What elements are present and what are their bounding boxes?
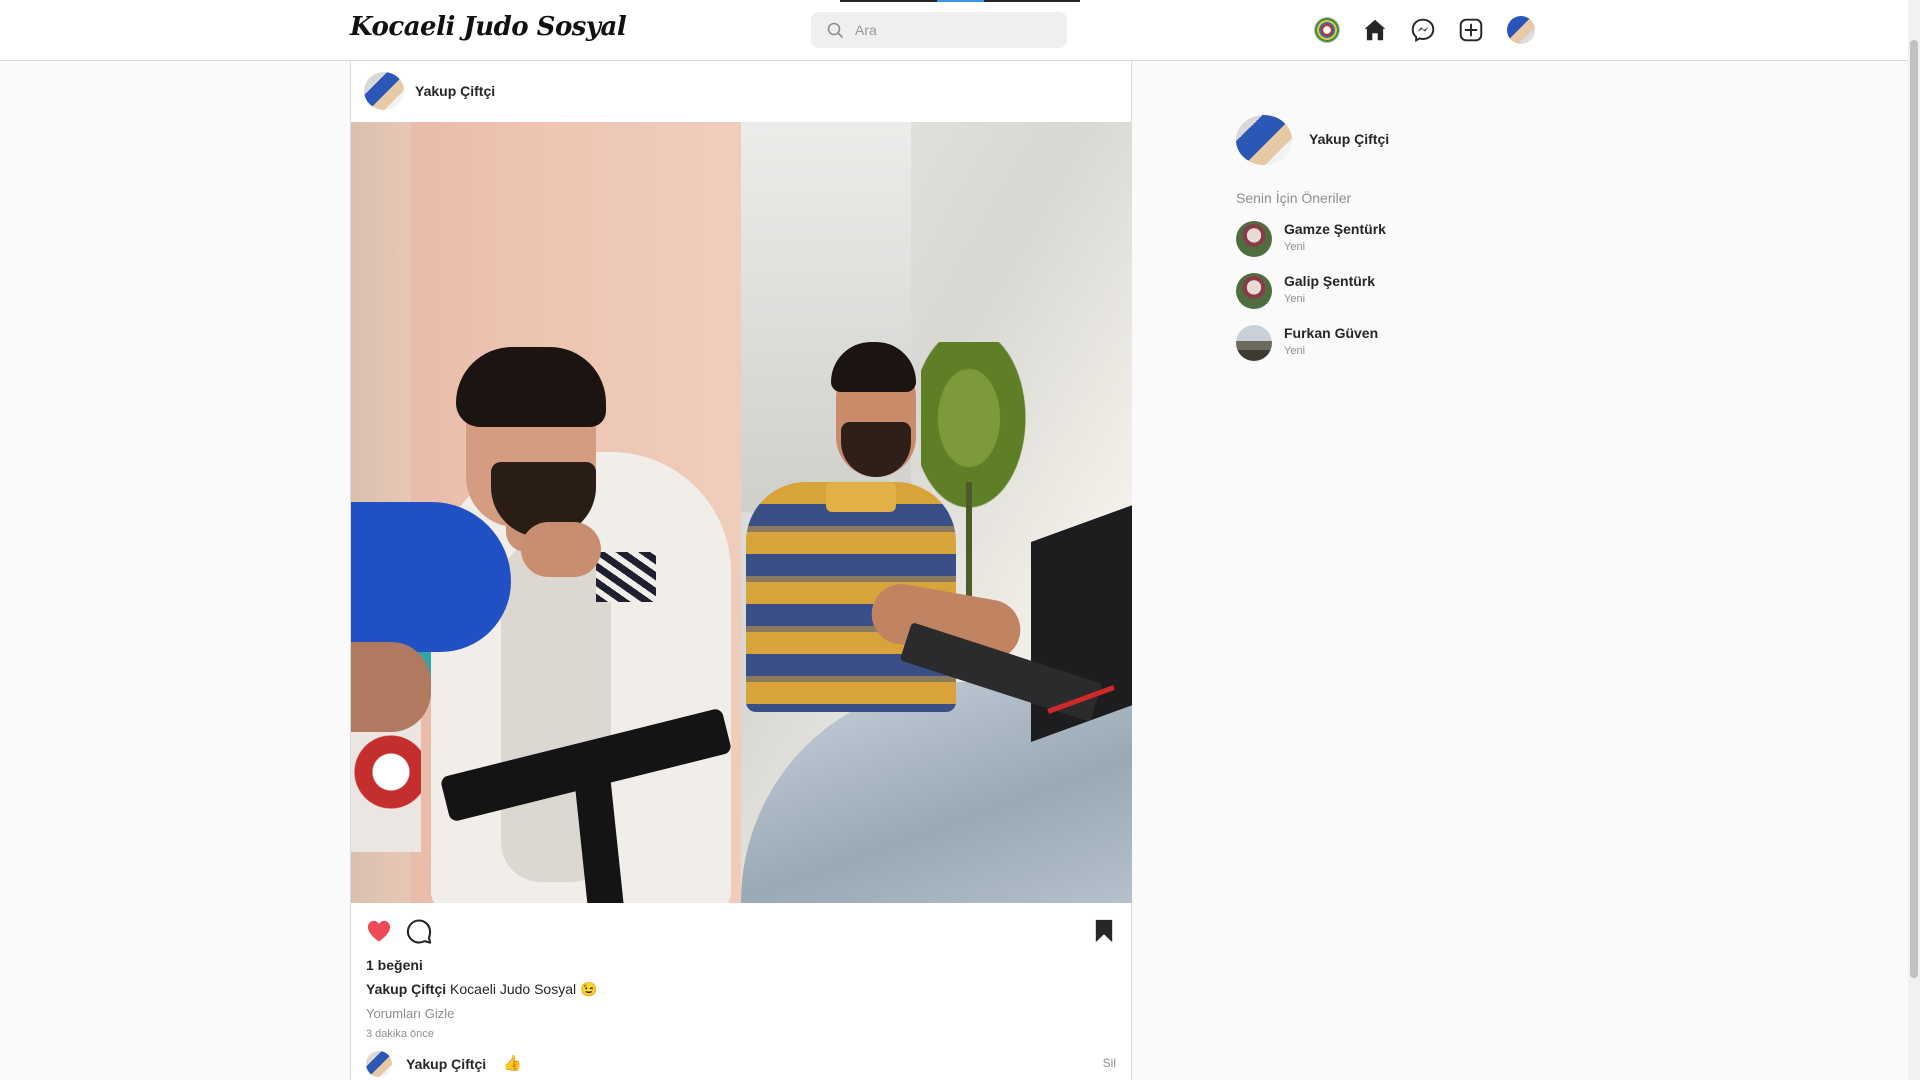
caption-emoji: 😉: [580, 981, 598, 997]
post-caption: Yakup Çiftçi Kocaeli Judo Sosyal 😉: [366, 981, 597, 998]
suggestion-name: Gamze Şentürk: [1284, 221, 1386, 237]
post-card: Yakup Çiftçi 1 beğeni Yakup Çiftçi Kocae…: [350, 61, 1132, 1080]
photo-forearm: [351, 642, 431, 732]
suggestion-subtitle: Yeni: [1284, 241, 1306, 253]
messenger-icon[interactable]: [1409, 16, 1437, 44]
photo-blue-arm: [351, 502, 511, 652]
comment-icon: [406, 919, 432, 944]
profile-avatar-button[interactable]: [1507, 16, 1535, 44]
suggestion-avatar: [1236, 221, 1272, 257]
photo-hand: [521, 522, 601, 577]
photo-collar: [826, 482, 896, 512]
home-icon[interactable]: [1361, 16, 1389, 44]
hide-comments-link[interactable]: Yorumları Gizle: [366, 1006, 454, 1021]
federation-emblem: [1314, 17, 1340, 43]
post-author-name[interactable]: Yakup Çiftçi: [415, 83, 495, 99]
caption-username[interactable]: Yakup Çiftçi: [366, 981, 446, 997]
search-input[interactable]: [855, 12, 1055, 48]
comment-author-avatar[interactable]: [366, 1051, 392, 1077]
search-icon: [827, 22, 843, 38]
search-box[interactable]: [811, 12, 1067, 48]
suggestion-subtitle: Yeni: [1284, 345, 1306, 357]
suggestion-item[interactable]: Galip Şentürk Yeni: [1236, 271, 1496, 311]
add-post-icon-svg: [1459, 18, 1483, 42]
sidebar-profile-avatar[interactable]: [1236, 115, 1292, 165]
post-author-avatar[interactable]: [364, 72, 404, 110]
photo-hair: [456, 347, 606, 427]
delete-comment-button[interactable]: Sil: [1103, 1056, 1116, 1070]
heart-icon: [367, 920, 391, 942]
emblem-icon[interactable]: [1313, 16, 1341, 44]
suggestions-heading: Senin İçin Öneriler: [1236, 190, 1352, 206]
suggestion-name: Furkan Güven: [1284, 325, 1379, 341]
scrollbar-thumb[interactable]: [1910, 40, 1918, 978]
post-photo-office: [741, 122, 1132, 903]
messenger-icon-svg: [1411, 18, 1435, 42]
home-icon-svg: [1364, 19, 1386, 41]
suggestion-item[interactable]: Furkan Güven Yeni: [1236, 323, 1496, 363]
bookmark-icon: [1095, 919, 1113, 943]
suggestion-subtitle: Yeni: [1284, 293, 1306, 305]
post-header: Yakup Çiftçi: [351, 61, 1131, 121]
page-scrollbar[interactable]: [1908, 0, 1920, 1080]
sidebar-profile-name[interactable]: Yakup Çiftçi: [1309, 131, 1389, 147]
likes-count[interactable]: 1 beğeni: [366, 957, 423, 973]
avatar: [1507, 16, 1535, 44]
post-image[interactable]: [351, 122, 1132, 903]
like-button[interactable]: [365, 917, 393, 945]
suggestion-avatar: [1236, 325, 1272, 361]
caption-text: Kocaeli Judo Sosyal: [450, 981, 577, 997]
suggestion-name: Galip Şentürk: [1284, 273, 1376, 289]
comment-button[interactable]: [405, 917, 433, 945]
add-post-icon[interactable]: [1457, 16, 1485, 44]
save-button[interactable]: [1090, 917, 1118, 945]
post-photo-judo: [351, 122, 741, 903]
suggestion-avatar: [1236, 273, 1272, 309]
suggestion-item[interactable]: Gamze Şentürk Yeni: [1236, 219, 1496, 259]
loading-indicator-accent: [937, 0, 984, 2]
comment-text: 👍: [503, 1055, 522, 1072]
comment-item: Yakup Çiftçi 👍 Sil: [366, 1049, 1116, 1079]
comment-author-name[interactable]: Yakup Çiftçi: [406, 1056, 486, 1072]
top-navigation-bar: Kocaeli Judo Sosyal: [0, 0, 1908, 61]
post-timestamp: 3 dakika önce: [366, 1028, 434, 1040]
app-logo[interactable]: Kocaeli Judo Sosyal: [350, 12, 627, 42]
photo-stripes: [596, 552, 656, 602]
